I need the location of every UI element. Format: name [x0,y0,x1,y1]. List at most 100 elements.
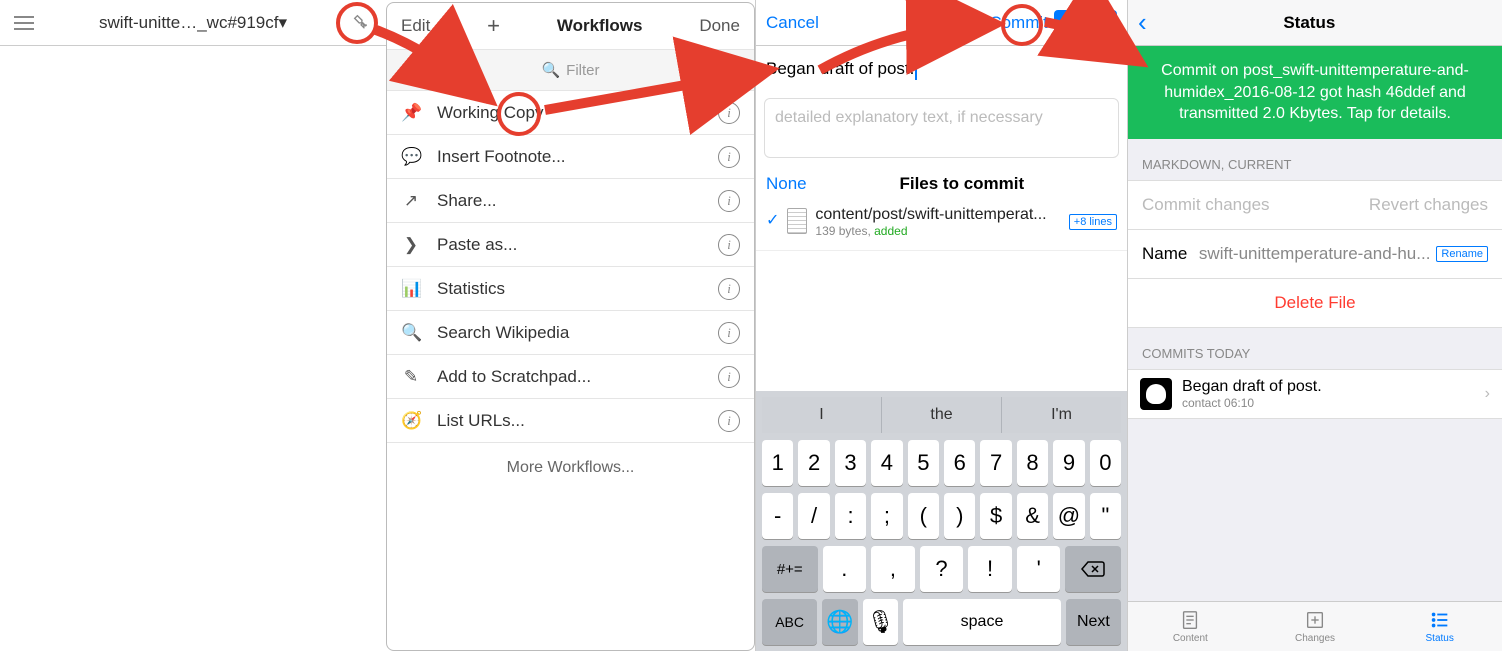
key[interactable]: : [835,493,866,539]
chevron-right-icon: › [1485,385,1490,403]
commit-button[interactable]: Commit [989,13,1048,33]
backspace-key[interactable] [1065,546,1121,592]
info-icon[interactable]: i [718,102,740,124]
workflow-item[interactable]: ↗Share...i [387,179,754,223]
info-icon[interactable]: i [718,278,740,300]
done-button[interactable]: Done [699,16,740,36]
edit-button[interactable]: Edit [401,16,430,36]
commit-history-row[interactable]: Began draft of post. contact 06:10 › [1128,369,1502,419]
mic-key[interactable]: 🎙 [863,599,898,645]
key[interactable]: @ [1053,493,1084,539]
workflow-label: List URLs... [437,411,525,431]
abc-key[interactable]: ABC [762,599,817,645]
filter-input[interactable]: 🔍 Filter [387,49,754,91]
key[interactable]: - [762,493,793,539]
workflow-item[interactable]: 🔍Search Wikipediai [387,311,754,355]
suggestion-key[interactable]: I'm [1002,397,1121,433]
avatar [1140,378,1172,410]
workflows-popup: Edit + Workflows Done 🔍 Filter 📌Working … [386,2,755,651]
key[interactable]: ) [944,493,975,539]
file-icon [787,208,807,234]
select-none-button[interactable]: None [766,174,807,194]
key[interactable]: 3 [835,440,866,486]
space-key[interactable]: space [903,599,1061,645]
suggestion-key[interactable]: the [882,397,1001,433]
file-name-value: swift-unittemperature-and-hu... [1199,244,1431,264]
key[interactable]: ; [871,493,902,539]
workflow-label: Add to Scratchpad... [437,367,591,387]
suggestion-key[interactable]: I [762,397,881,433]
key[interactable]: 8 [1017,440,1048,486]
key[interactable]: ! [968,546,1012,592]
workflow-label: Working Copy [437,103,543,123]
search-icon: 🔍 [541,61,560,79]
commit-description-input[interactable]: detailed explanatory text, if necessary [764,98,1119,158]
key[interactable]: 6 [944,440,975,486]
workflow-label: Paste as... [437,235,517,255]
tab-content[interactable]: Content [1128,602,1253,651]
workflow-icon: ↗ [401,191,421,211]
key[interactable]: 4 [871,440,902,486]
section-header: MARKDOWN, CURRENT [1128,139,1502,180]
info-icon[interactable]: i [718,410,740,432]
rename-button[interactable]: Rename [1436,246,1488,262]
keyboard: ItheI'm 1234567890 -/:;()$&@" #+= .,?!' … [756,391,1127,651]
key[interactable]: 1 [762,440,793,486]
diff-badge[interactable]: +8 lines [1069,214,1117,230]
revert-changes-button: Revert changes [1369,195,1488,215]
key[interactable]: $ [980,493,1011,539]
tab-status[interactable]: Status [1377,602,1502,651]
key[interactable]: / [798,493,829,539]
status-title: Status [1127,13,1492,33]
commit-panel: Cancel Commit + Push Began draft of post… [755,0,1127,651]
more-workflows-button[interactable]: More Workflows... [387,443,754,493]
menu-icon[interactable] [4,16,44,30]
workflow-item[interactable]: 📌Working Copyi [387,91,754,135]
globe-key[interactable]: 🌐 [822,599,857,645]
file-name: content/post/swift-unittemperat... [815,206,1060,224]
workflow-item[interactable]: 📊Statisticsi [387,267,754,311]
key[interactable]: ( [908,493,939,539]
commit-message-input[interactable]: Began draft of post. [756,46,1127,92]
section-header: COMMITS TODAY [1128,328,1502,369]
files-to-commit-label: Files to commit [807,174,1117,194]
file-row[interactable]: ✓ content/post/swift-unittemperat... 139… [756,200,1127,251]
key[interactable]: 7 [980,440,1011,486]
delete-file-button[interactable]: Delete File [1128,279,1502,328]
wrench-icon[interactable] [342,12,382,34]
workflow-item[interactable]: 💬Insert Footnote...i [387,135,754,179]
status-banner[interactable]: Commit on post_swift-unittemperature-and… [1128,46,1502,139]
workflow-icon: ❯ [401,235,421,255]
info-icon[interactable]: i [718,146,740,168]
key[interactable]: . [823,546,867,592]
symbols-key[interactable]: #+= [762,546,818,592]
next-key[interactable]: Next [1066,599,1121,645]
push-button[interactable]: + Push [1054,10,1117,35]
check-icon: ✓ [766,210,779,230]
workflow-label: Insert Footnote... [437,147,566,167]
workflow-item[interactable]: 🧭 List URLs... i [387,399,754,443]
cancel-button[interactable]: Cancel [766,13,819,33]
workflow-item[interactable]: ✎ Add to Scratchpad... i [387,355,754,399]
status-panel: ‹ Status Commit on post_swift-unittemper… [1127,0,1502,651]
key[interactable]: " [1090,493,1121,539]
workflow-item[interactable]: ❯ Paste as... i [387,223,754,267]
tab-changes[interactable]: Changes [1253,602,1378,651]
key[interactable]: , [871,546,915,592]
workflow-icon: ✎ [401,367,421,387]
workflow-icon: 🧭 [401,411,421,431]
info-icon[interactable]: i [718,366,740,388]
info-icon[interactable]: i [718,190,740,212]
key[interactable]: & [1017,493,1048,539]
name-label: Name [1142,244,1187,264]
info-icon[interactable]: i [718,322,740,344]
key[interactable]: 0 [1090,440,1121,486]
key[interactable]: ? [920,546,964,592]
key[interactable]: 5 [908,440,939,486]
key[interactable]: 9 [1053,440,1084,486]
key[interactable]: 2 [798,440,829,486]
document-title[interactable]: swift-unitte…_wc#919cf▾ [44,13,342,33]
add-workflow-button[interactable]: + [487,13,500,39]
info-icon[interactable]: i [718,234,740,256]
key[interactable]: ' [1017,546,1061,592]
